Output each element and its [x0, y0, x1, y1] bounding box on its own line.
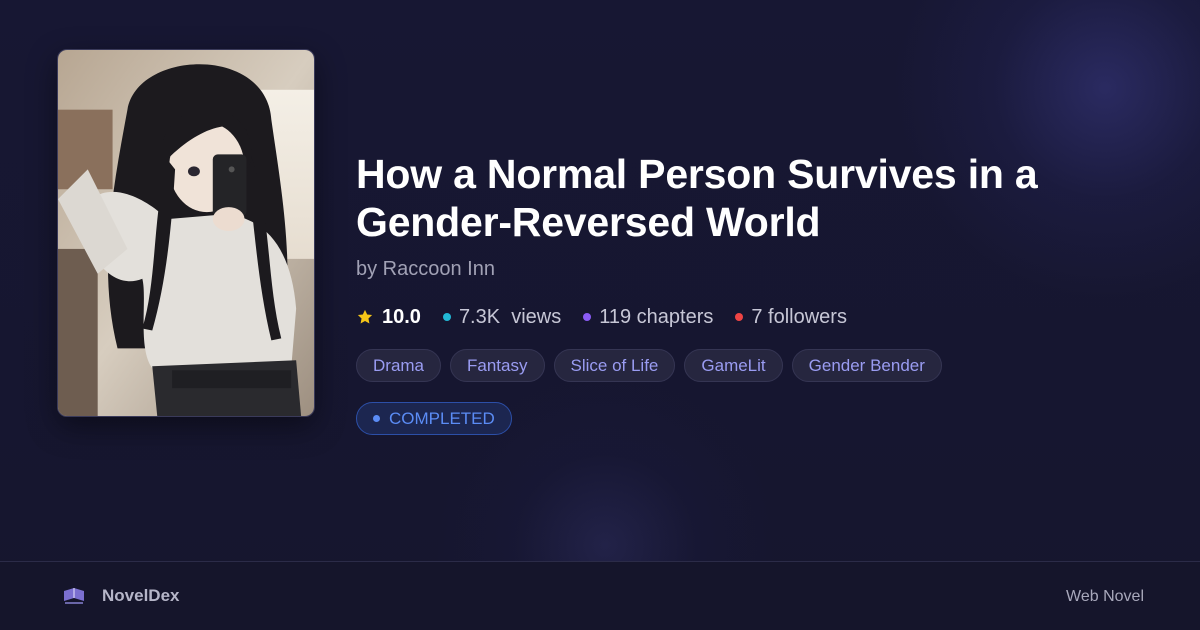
- stats-row: 10.0 7.3K views 119 chapters 7 followers: [356, 304, 869, 330]
- genre-tag[interactable]: Slice of Life: [553, 349, 676, 382]
- brand-name[interactable]: NovelDex: [102, 586, 179, 606]
- genre-tag[interactable]: Fantasy: [450, 349, 545, 382]
- category-label: Web Novel: [1066, 588, 1144, 605]
- status-badge: COMPLETED: [356, 402, 512, 435]
- rating-value: 10.0: [382, 305, 421, 328]
- genre-tag[interactable]: Gender Bender: [791, 349, 942, 382]
- footer: NovelDex Web Novel: [0, 562, 1200, 630]
- genre-tags: Drama Fantasy Slice of Life GameLit Gend…: [356, 349, 951, 382]
- cover-image[interactable]: [57, 49, 315, 417]
- author-line[interactable]: by Raccoon Inn: [356, 258, 495, 281]
- views-dot-icon: [442, 313, 451, 321]
- noveldex-logo-icon[interactable]: [62, 585, 86, 605]
- views-count: 7.3K views: [458, 305, 562, 328]
- chapters-count: 119 chapters: [599, 305, 714, 328]
- rating-stat: 10.0: [356, 306, 421, 329]
- status-label: COMPLETED: [389, 408, 495, 428]
- genre-tag[interactable]: Drama: [356, 349, 442, 382]
- genre-tag[interactable]: GameLit: [684, 349, 783, 382]
- chapters-stat: 119 chapters: [583, 306, 713, 329]
- followers-stat: 7 followers: [735, 306, 847, 329]
- followers-count: 7 followers: [751, 305, 847, 328]
- views-stat: 7.3K views: [442, 305, 562, 329]
- status-dot-icon: [373, 415, 380, 422]
- chapters-dot-icon: [583, 313, 592, 321]
- followers-dot-icon: [735, 313, 744, 321]
- star-icon: [357, 309, 373, 324]
- novel-title: How a Normal Person Survives in a Gender…: [356, 151, 1038, 245]
